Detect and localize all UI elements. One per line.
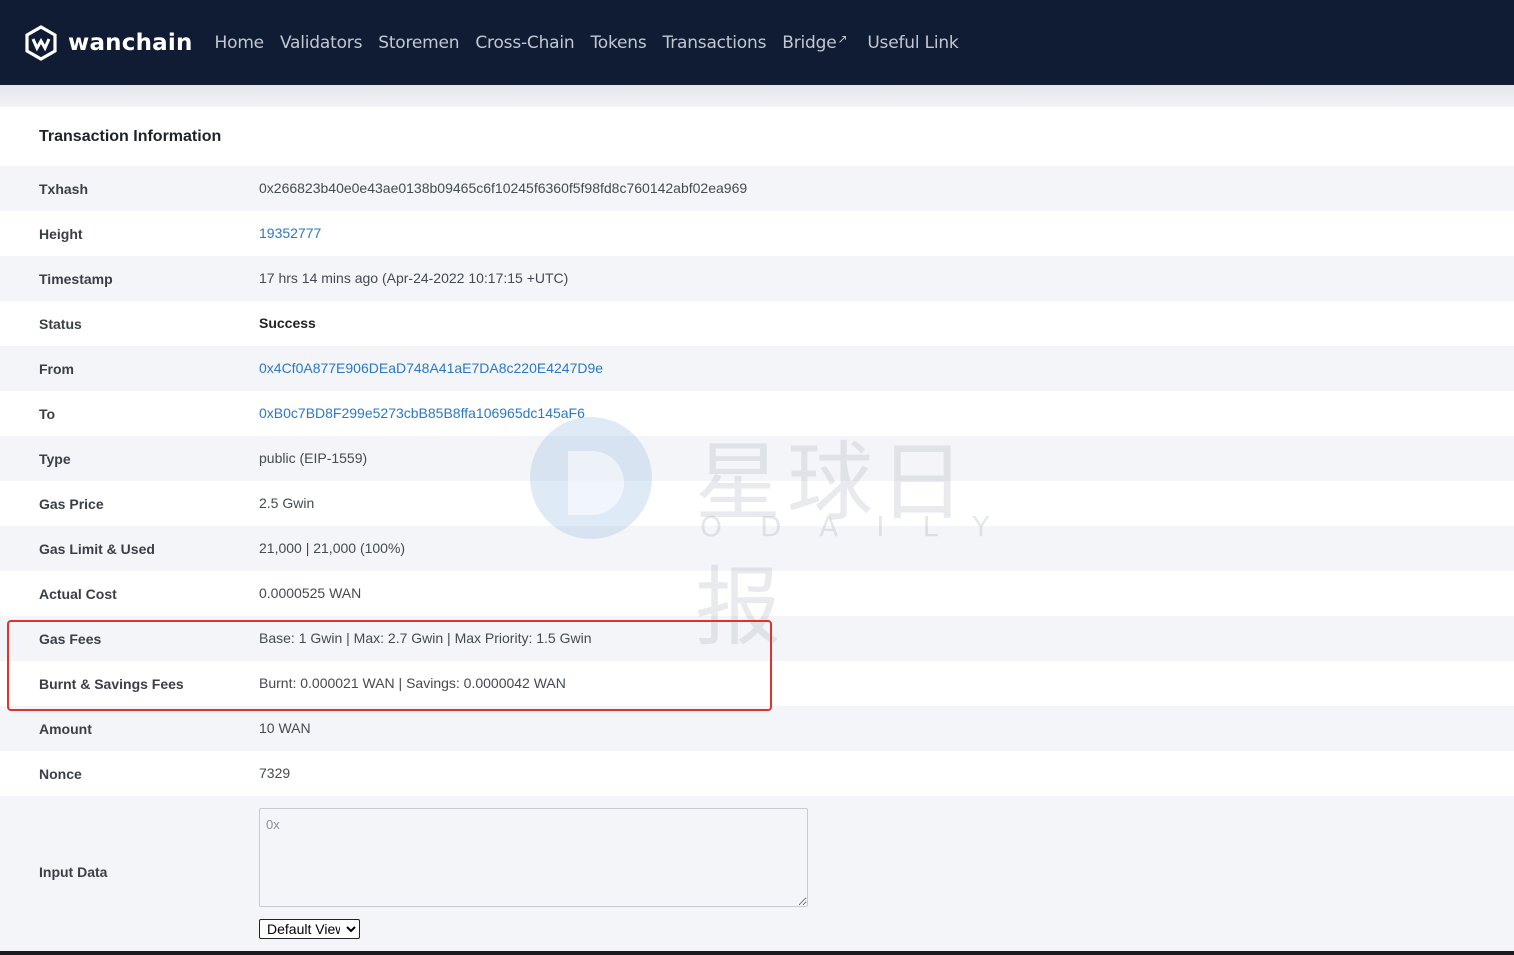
row-input-data: Input Data 0x Default View (0, 796, 1514, 951)
row-label: Burnt & Savings Fees (39, 676, 184, 692)
row-label: Nonce (39, 766, 82, 782)
row-type: Type public (EIP-1559) (0, 436, 1514, 481)
gas-fees-value: Base: 1 Gwin | Max: 2.7 Gwin | Max Prior… (259, 630, 592, 646)
amount-value: 10 WAN (259, 720, 311, 736)
input-view-select[interactable]: Default View (259, 919, 360, 939)
row-label: To (39, 406, 56, 422)
input-data-textarea[interactable]: 0x (259, 808, 808, 907)
row-gas-price: Gas Price 2.5 Gwin (0, 481, 1514, 526)
type-value: public (EIP-1559) (259, 450, 368, 466)
row-label: Gas Price (39, 496, 104, 512)
nav-validators[interactable]: Validators (280, 33, 362, 53)
row-to: To 0xB0c7BD8F299e5273cbB85B8ffa106965dc1… (0, 391, 1514, 436)
external-link-icon: ↗ (837, 32, 848, 46)
brand-logo[interactable]: wanchain (24, 24, 193, 61)
detail-rows: Txhash 0x266823b40e0e43ae0138b09465c6f10… (0, 166, 1514, 951)
nav-tokens[interactable]: Tokens (590, 33, 646, 53)
row-status: Status Success (0, 301, 1514, 346)
nav-storemen[interactable]: Storemen (378, 33, 459, 53)
nav-bridge[interactable]: Bridge↗ (782, 32, 847, 53)
status-value: Success (259, 315, 316, 331)
row-label: Amount (39, 721, 92, 737)
row-nonce: Nonce 7329 (0, 751, 1514, 796)
nav-home[interactable]: Home (215, 33, 265, 53)
row-height: Height 19352777 (0, 211, 1514, 256)
brand-name: wanchain (68, 29, 193, 56)
row-label: From (39, 361, 74, 377)
burnt-savings-value: Burnt: 0.000021 WAN | Savings: 0.0000042… (259, 675, 566, 691)
row-label: Txhash (39, 181, 89, 197)
gas-price-value: 2.5 Gwin (259, 495, 315, 511)
row-from: From 0x4Cf0A877E906DEaD748A41aE7DA8c220E… (0, 346, 1514, 391)
nav-transactions[interactable]: Transactions (663, 33, 767, 53)
row-txhash: Txhash 0x266823b40e0e43ae0138b09465c6f10… (0, 166, 1514, 211)
row-amount: Amount 10 WAN (0, 706, 1514, 751)
card-title: Transaction Information (39, 128, 222, 145)
row-gas-fees: Gas Fees Base: 1 Gwin | Max: 2.7 Gwin | … (0, 616, 1514, 661)
top-navbar: wanchain Home Validators Storemen Cross-… (0, 0, 1514, 85)
row-label: Timestamp (39, 271, 113, 287)
from-address-link[interactable]: 0x4Cf0A877E906DEaD748A41aE7DA8c220E4247D… (259, 360, 603, 376)
row-actual-cost: Actual Cost 0.0000525 WAN (0, 571, 1514, 616)
row-timestamp: Timestamp 17 hrs 14 mins ago (Apr-24-202… (0, 256, 1514, 301)
row-burnt-savings-fees: Burnt & Savings Fees Burnt: 0.000021 WAN… (0, 661, 1514, 706)
bottom-bar (0, 951, 1514, 955)
nav-bridge-label: Bridge (782, 33, 837, 53)
header-band (0, 85, 1514, 107)
nav-cross-chain[interactable]: Cross-Chain (475, 33, 574, 53)
nav-useful-link[interactable]: Useful Link (867, 33, 958, 53)
height-link[interactable]: 19352777 (259, 225, 321, 241)
row-label: Actual Cost (39, 586, 117, 602)
wanchain-logo-icon (25, 24, 57, 61)
row-label: Status (39, 316, 82, 332)
row-label: Height (39, 226, 83, 242)
row-gas-limit-used: Gas Limit & Used 21,000 | 21,000 (100%) (0, 526, 1514, 571)
txhash-value: 0x266823b40e0e43ae0138b09465c6f10245f636… (259, 180, 748, 196)
actual-cost-value: 0.0000525 WAN (259, 585, 362, 601)
transaction-info-card: Transaction Information Txhash 0x266823b… (0, 107, 1514, 955)
to-address-link[interactable]: 0xB0c7BD8F299e5273cbB85B8ffa106965dc145a… (259, 405, 585, 421)
nonce-value: 7329 (259, 765, 291, 781)
row-label: Gas Limit & Used (39, 541, 155, 557)
timestamp-value: 17 hrs 14 mins ago (Apr-24-2022 10:17:15… (259, 270, 569, 286)
row-label: Type (39, 451, 71, 467)
row-label: Gas Fees (39, 631, 102, 647)
row-label: Input Data (39, 864, 108, 880)
gas-limit-used-value: 21,000 | 21,000 (100%) (259, 540, 406, 556)
